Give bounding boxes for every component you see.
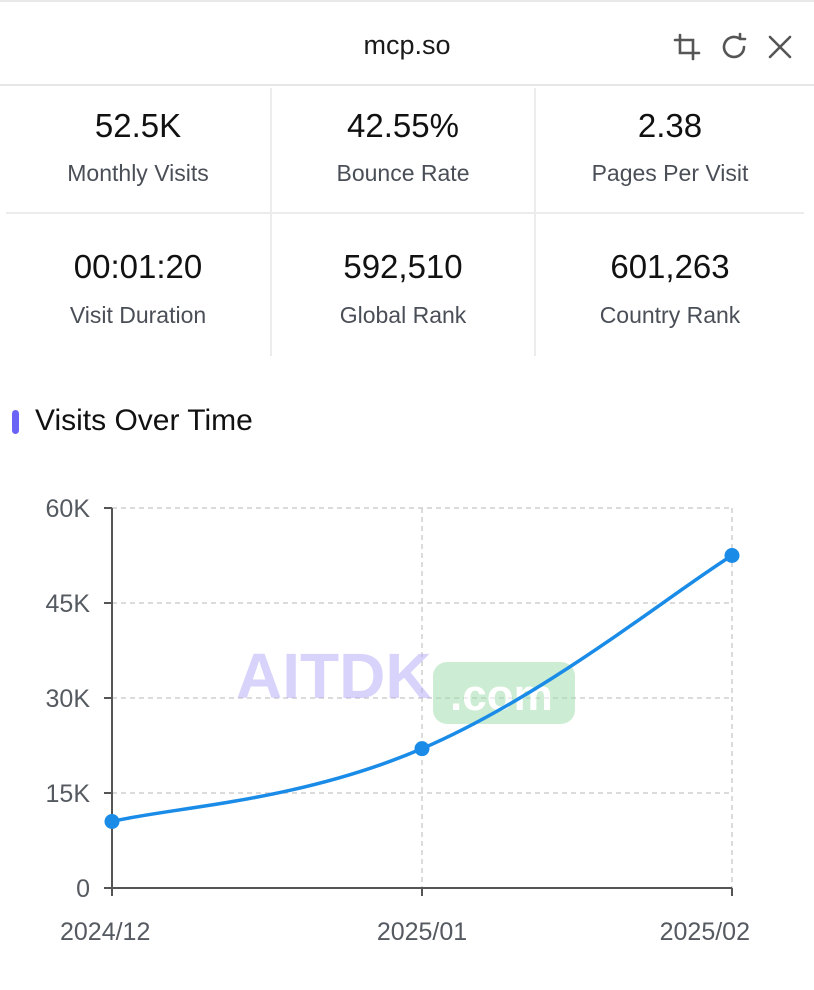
stat-pages-per-visit: 2.38 Pages Per Visit [536,88,804,214]
stat-monthly-visits: 52.5K Monthly Visits [6,88,272,214]
x-tick-label: 2024/12 [60,918,150,946]
stat-label: Bounce Rate [336,160,470,186]
stat-label: Monthly Visits [67,160,209,186]
stat-value: 42.55% [347,107,459,144]
data-point [414,741,430,757]
stat-value: 592,510 [343,248,463,285]
stat-global-rank: 592,510 Global Rank [272,214,536,356]
section-accent-bar [12,410,19,434]
watermark: AITDK .com [236,640,575,724]
stat-label: Visit Duration [69,302,207,328]
watermark-main: AITDK [236,640,432,712]
section-title: Visits Over Time [35,404,253,437]
stat-value: 52.5K [94,107,182,144]
x-tick-label: 2025/01 [377,918,467,946]
y-tick-label: 30K [46,685,91,713]
data-point [104,814,120,829]
y-tick-label: 15K [46,780,91,808]
y-tick-label: 0 [76,875,90,903]
chart-axes: 0 15K 30K 45K 60K 2024/12 2025/01 2025/02 [46,495,750,946]
stat-value: 601,263 [610,248,730,285]
data-point [724,548,740,563]
stat-label: Global Rank [339,302,467,328]
y-tick-label: 45K [46,590,91,618]
stat-value: 2.38 [637,107,703,144]
watermark-suffix: .com [450,671,553,720]
stat-bounce-rate: 42.55% Bounce Rate [272,88,536,214]
stat-label: Country Rank [599,302,741,328]
stat-label: Pages Per Visit [591,160,749,186]
top-bar: mcp.so [0,0,814,86]
stat-visit-duration: 00:01:20 Visit Duration [6,214,272,356]
refresh-icon[interactable] [719,32,749,62]
x-tick-label: 2025/02 [660,918,750,946]
stats-grid: 52.5K Monthly Visits 42.55% Bounce Rate … [6,88,804,356]
crop-icon[interactable] [672,32,702,62]
visits-chart: AITDK .com 0 15K 30K 45K 60K 2024/12 2025/01 20… [46,495,750,946]
y-tick-label: 60K [46,495,91,523]
stat-value: 00:01:20 [73,248,203,285]
close-icon[interactable] [765,32,795,62]
stat-country-rank: 601,263 Country Rank [536,214,804,356]
